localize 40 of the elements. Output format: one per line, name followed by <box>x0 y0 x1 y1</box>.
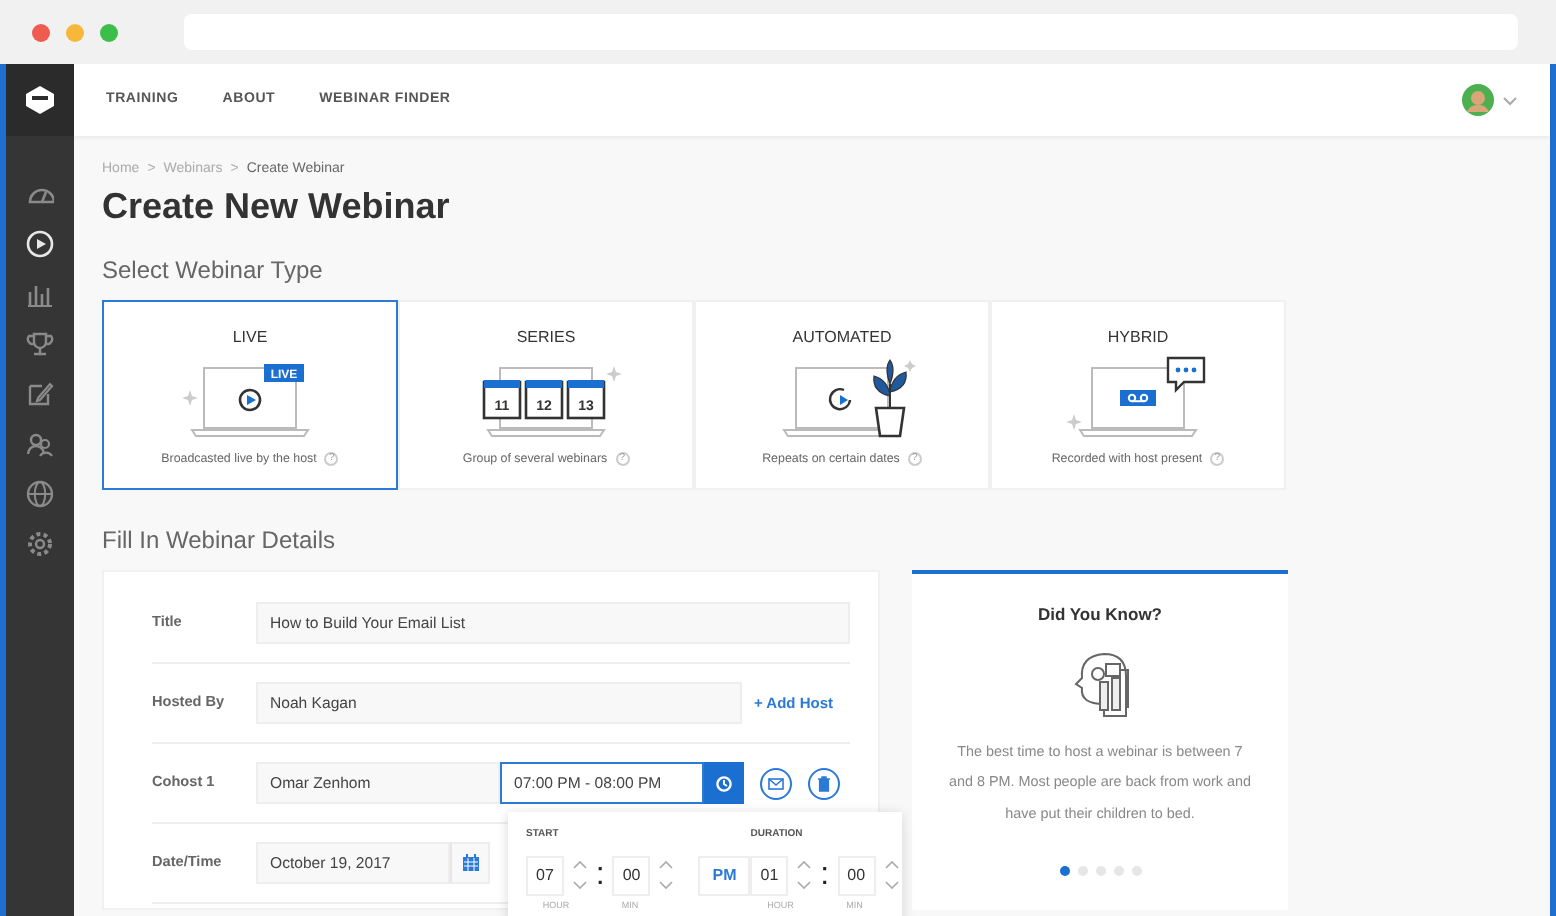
email-button[interactable] <box>760 767 792 800</box>
bar-chart-icon[interactable] <box>26 280 54 308</box>
hour-field[interactable]: 01 <box>750 855 789 896</box>
clock-icon <box>716 775 732 792</box>
card-title: HYBRID <box>1107 326 1169 351</box>
avatar[interactable] <box>1462 84 1494 116</box>
close-window-icon[interactable] <box>32 23 50 41</box>
calendar-button[interactable] <box>450 842 490 885</box>
hour-field[interactable]: 07 <box>526 855 564 896</box>
delete-button[interactable] <box>808 767 840 800</box>
dropdown-caret-icon[interactable] <box>1502 95 1518 105</box>
carousel-dot[interactable] <box>1059 866 1069 877</box>
card-title: AUTOMATED <box>792 326 892 351</box>
maximize-window-icon[interactable] <box>100 23 118 41</box>
minute-field[interactable]: 00 <box>837 855 876 896</box>
card-title: LIVE <box>232 326 268 351</box>
carousel-dot[interactable] <box>1095 866 1105 877</box>
settings-icon[interactable] <box>26 530 54 558</box>
trophy-icon[interactable] <box>26 330 54 358</box>
minute-field[interactable]: 00 <box>612 855 651 896</box>
play-icon[interactable] <box>26 230 54 258</box>
clock-button[interactable] <box>704 762 744 805</box>
page-title: Create New Webinar <box>102 185 452 229</box>
logo-icon[interactable] <box>24 84 56 116</box>
globe-icon[interactable] <box>26 480 54 508</box>
tip-heading: Did You Know? <box>1035 602 1164 628</box>
calendar-icon <box>461 854 479 873</box>
envelope-icon <box>768 777 784 790</box>
section-heading: Select Webinar Type <box>102 254 325 289</box>
period-toggle[interactable]: PM <box>698 855 751 896</box>
trash-icon <box>816 775 832 792</box>
users-icon[interactable] <box>26 430 54 458</box>
card-title: SERIES <box>516 326 576 351</box>
carousel-dot[interactable] <box>1113 866 1123 877</box>
time-separator: : <box>595 855 605 896</box>
section-heading: Fill In Webinar Details <box>102 524 337 559</box>
carousel-dot[interactable] <box>1131 866 1141 877</box>
edit-icon[interactable] <box>26 380 54 408</box>
time-separator: : <box>820 855 830 896</box>
carousel-dot[interactable] <box>1077 866 1087 877</box>
